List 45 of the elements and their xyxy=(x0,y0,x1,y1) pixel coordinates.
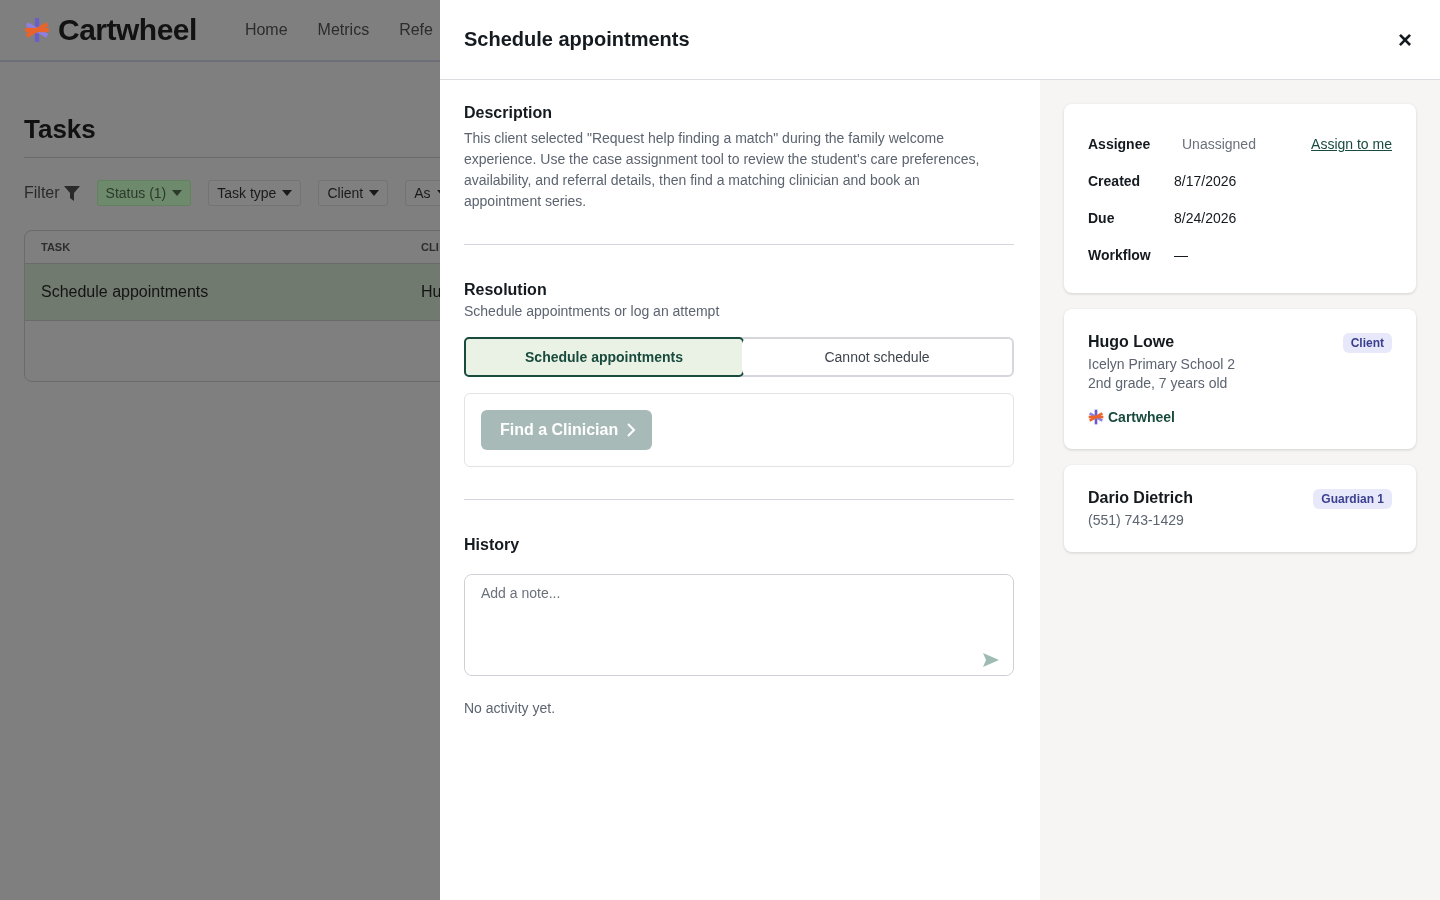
detail-value: 8/17/2026 xyxy=(1174,173,1238,189)
close-button[interactable]: × xyxy=(1394,25,1416,54)
detail-label: Due xyxy=(1088,210,1116,226)
column-header: CLI xyxy=(421,241,440,253)
section-heading: Description xyxy=(464,104,553,122)
send-icon[interactable] xyxy=(983,653,999,667)
detail-value: 8/24/2026 xyxy=(1174,210,1238,226)
detail-label: Assignee xyxy=(1088,136,1152,152)
asterisk-logo-icon xyxy=(1088,409,1104,425)
role-tag: Client xyxy=(1342,333,1392,353)
contact-name: Dario Dietrich xyxy=(1088,489,1193,507)
section-subtitle: Schedule appointments or log an attempt xyxy=(464,303,721,319)
table-row[interactable]: Schedule appointments Hu xyxy=(25,264,440,321)
nav-link[interactable]: Home xyxy=(244,21,288,39)
filter-dropdown[interactable]: As xyxy=(405,180,440,206)
contact-detail: 2nd grade, 7 years old xyxy=(1088,375,1229,391)
contact-detail: (551) 743-1429 xyxy=(1088,512,1185,528)
detail-value: — xyxy=(1174,247,1189,263)
section-heading: Resolution xyxy=(464,281,548,299)
brand-name: Cartwheel xyxy=(58,13,197,47)
note-field[interactable]: Add a note... xyxy=(464,574,1014,676)
detail-label: Workflow xyxy=(1088,247,1152,263)
assign-link[interactable]: Assign to me xyxy=(1311,136,1392,152)
detail-value: Unassigned xyxy=(1181,136,1257,152)
filter-dropdown[interactable]: Status (1) xyxy=(96,180,192,206)
description-text: This client selected "Request help finding a match" during the family welcome experience. Use the case assignment tool to review the student's care preferences, availability, and referral details, then find a matching clinician and book an appointment series. xyxy=(464,129,981,211)
section-heading: History xyxy=(464,536,521,554)
drawer-title: Schedule appointments xyxy=(464,28,690,51)
asterisk-logo-icon xyxy=(24,17,50,43)
filter-icon xyxy=(63,185,80,201)
nav-link[interactable]: Refe xyxy=(399,21,433,39)
detail-label: Created xyxy=(1088,173,1142,189)
table-cell-text: Schedule appointments xyxy=(41,283,210,301)
contact-detail: Icelyn Primary School 2 xyxy=(1088,356,1237,372)
table-cell: Hu xyxy=(421,283,440,301)
filter-label: Filter xyxy=(24,184,80,202)
nav-link[interactable]: Metrics xyxy=(317,21,370,39)
column-header: TASK xyxy=(41,241,72,253)
role-tag: Guardian 1 xyxy=(1313,489,1392,509)
contact-name: Hugo Lowe xyxy=(1088,333,1175,351)
empty-history-text: No activity yet. xyxy=(464,700,557,716)
filter-dropdown[interactable]: Client xyxy=(318,180,389,206)
organization-name: Cartwheel xyxy=(1108,409,1175,425)
resolution-option[interactable]: Schedule appointments xyxy=(464,337,744,377)
filter-dropdown[interactable]: Task type xyxy=(208,180,302,206)
